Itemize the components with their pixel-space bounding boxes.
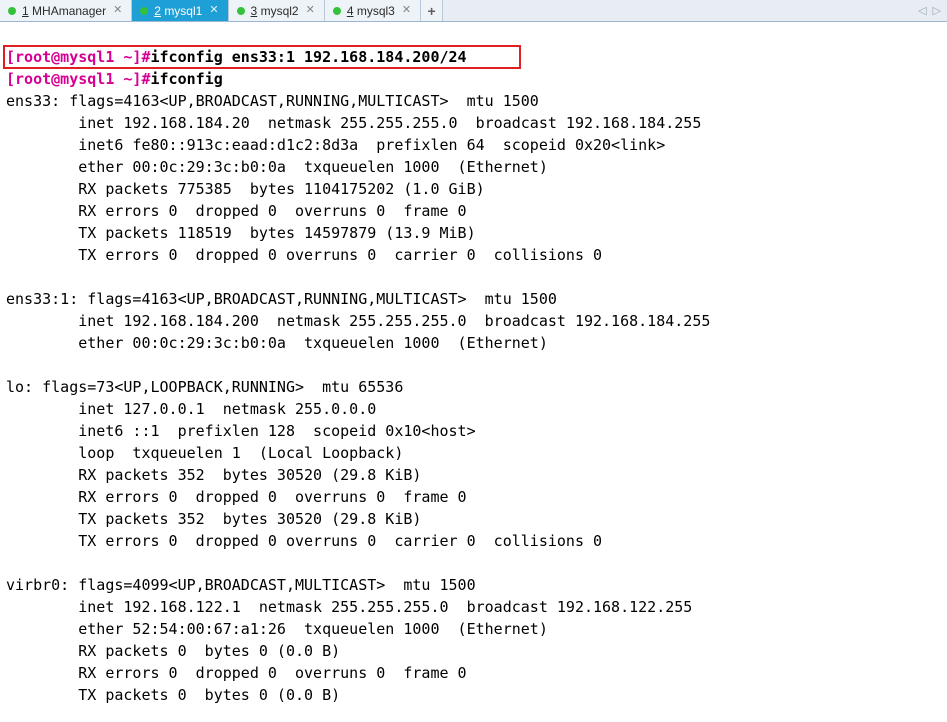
output-line: RX errors 0 dropped 0 overruns 0 frame 0 [6,664,467,682]
close-icon[interactable]: ✕ [112,5,123,16]
arrow-left-icon[interactable]: ◁ [918,0,926,22]
output-line: ens33: flags=4163<UP,BROADCAST,RUNNING,M… [6,92,539,110]
output-line: inet6 fe80::913c:eaad:d1c2:8d3a prefixle… [6,136,665,154]
output-line: inet6 ::1 prefixlen 128 scopeid 0x10<hos… [6,422,476,440]
status-dot-icon [8,7,16,15]
tab-label: 4 mysql3 [347,0,395,22]
output-line: lo: flags=73<UP,LOOPBACK,RUNNING> mtu 65… [6,378,403,396]
new-tab-button[interactable]: + [421,0,443,21]
tab-scroll-arrows: ◁ ▷ [914,0,947,21]
prompt-symbol: # [141,70,150,88]
output-line: TX packets 352 bytes 30520 (29.8 KiB) [6,510,421,528]
output-line: virbr0: flags=4099<UP,BROADCAST,MULTICAS… [6,576,476,594]
output-line: TX errors 0 dropped 0 overruns 0 carrier… [6,532,602,550]
tab-bar-spacer [443,0,914,21]
tab-mhamanager[interactable]: 1 MHAmanager ✕ [0,0,132,21]
status-dot-icon [333,7,341,15]
close-icon[interactable]: ✕ [208,5,219,16]
output-line: RX packets 0 bytes 0 (0.0 B) [6,642,340,660]
output-line: TX packets 118519 bytes 14597879 (13.9 M… [6,224,476,242]
output-line: inet 192.168.122.1 netmask 255.255.255.0… [6,598,692,616]
prompt-symbol: # [141,48,150,66]
highlighted-command: [root@mysql1 ~]#ifconfig ens33:1 192.168… [6,46,467,68]
tab-label: 2 mysql1 [154,0,202,22]
output-line: loop txqueuelen 1 (Local Loopback) [6,444,403,462]
output-line: TX errors 0 dropped 0 overruns 0 carrier… [6,246,602,264]
output-line: RX packets 775385 bytes 1104175202 (1.0 … [6,180,485,198]
output-line: RX packets 352 bytes 30520 (29.8 KiB) [6,466,421,484]
output-line: RX errors 0 dropped 0 overruns 0 frame 0 [6,488,467,506]
prompt-user: [root@mysql1 ~] [6,70,141,88]
tab-label: 3 mysql2 [251,0,299,22]
tab-mysql1[interactable]: 2 mysql1 ✕ [132,0,228,21]
terminal[interactable]: [root@mysql1 ~]#ifconfig ens33:1 192.168… [0,22,947,710]
output-line: TX packets 0 bytes 0 (0.0 B) [6,686,340,704]
close-icon[interactable]: ✕ [401,5,412,16]
output-line: ether 52:54:00:67:a1:26 txqueuelen 1000 … [6,620,548,638]
output-line: ether 00:0c:29:3c:b0:0a txqueuelen 1000 … [6,334,548,352]
close-icon[interactable]: ✕ [305,5,316,16]
status-dot-icon [140,7,148,15]
output-line: RX errors 0 dropped 0 overruns 0 frame 0 [6,202,467,220]
output-line: inet 192.168.184.200 netmask 255.255.255… [6,312,710,330]
command-text: ifconfig [151,70,223,88]
prompt-user: [root@mysql1 ~] [6,48,141,66]
status-dot-icon [237,7,245,15]
output-line: ens33:1: flags=4163<UP,BROADCAST,RUNNING… [6,290,557,308]
arrow-right-icon[interactable]: ▷ [933,0,941,22]
tab-mysql3[interactable]: 4 mysql3 ✕ [325,0,421,21]
tab-label: 1 MHAmanager [22,0,106,22]
output-line: inet 127.0.0.1 netmask 255.0.0.0 [6,400,376,418]
tab-bar: 1 MHAmanager ✕ 2 mysql1 ✕ 3 mysql2 ✕ 4 m… [0,0,947,22]
output-line: ether 00:0c:29:3c:b0:0a txqueuelen 1000 … [6,158,548,176]
output-line: inet 192.168.184.20 netmask 255.255.255.… [6,114,701,132]
command-text: ifconfig ens33:1 192.168.184.200/24 [151,48,467,66]
tab-mysql2[interactable]: 3 mysql2 ✕ [229,0,325,21]
